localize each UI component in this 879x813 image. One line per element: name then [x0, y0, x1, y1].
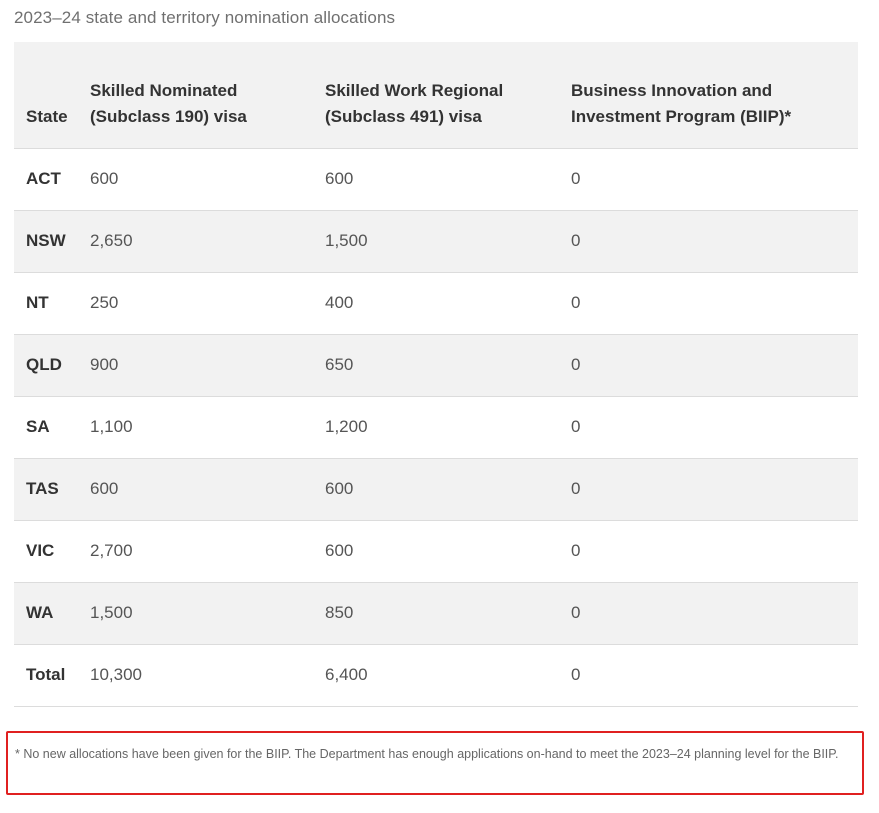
subclass-491-cell: 850	[325, 582, 571, 645]
subclass-190-cell: 900	[90, 334, 325, 397]
footnote-text: * No new allocations have been given for…	[15, 747, 839, 761]
subclass-190-cell: 1,500	[90, 582, 325, 645]
table-row: ACT 600 600 0	[14, 148, 858, 211]
state-cell: NSW	[14, 210, 90, 273]
state-cell: Total	[14, 644, 90, 707]
table-header: State Skilled Nominated (Subclass 190) v…	[14, 42, 858, 149]
state-cell: SA	[14, 396, 90, 459]
subclass-190-cell: 2,700	[90, 520, 325, 583]
biip-cell: 0	[571, 148, 858, 211]
subclass-190-cell: 250	[90, 272, 325, 335]
table-body: ACT 600 600 0 NSW 2,650 1,500 0 NT 250 4…	[14, 148, 858, 707]
column-header-biip: Business Innovation and Investment Progr…	[571, 42, 858, 149]
footnote-highlight-box: * No new allocations have been given for…	[6, 731, 864, 795]
subclass-491-cell: 1,200	[325, 396, 571, 459]
table-row: NSW 2,650 1,500 0	[14, 210, 858, 273]
table-row: NT 250 400 0	[14, 272, 858, 335]
subclass-491-cell: 6,400	[325, 644, 571, 707]
subclass-491-cell: 600	[325, 148, 571, 211]
biip-cell: 0	[571, 272, 858, 335]
state-cell: WA	[14, 582, 90, 645]
state-cell: QLD	[14, 334, 90, 397]
column-header-state: State	[14, 42, 90, 149]
subclass-491-cell: 600	[325, 458, 571, 521]
state-cell: TAS	[14, 458, 90, 521]
biip-cell: 0	[571, 396, 858, 459]
state-cell: ACT	[14, 148, 90, 211]
biip-cell: 0	[571, 210, 858, 273]
table-row: SA 1,100 1,200 0	[14, 396, 858, 459]
table-caption: 2023–24 state and territory nomination a…	[14, 8, 396, 27]
column-header-subclass-491: Skilled Work Regional (Subclass 491) vis…	[325, 42, 571, 149]
subclass-190-cell: 1,100	[90, 396, 325, 459]
state-cell: NT	[14, 272, 90, 335]
column-header-subclass-190: Skilled Nominated (Subclass 190) visa	[90, 42, 325, 149]
state-cell: VIC	[14, 520, 90, 583]
biip-cell: 0	[571, 334, 858, 397]
allocations-table: State Skilled Nominated (Subclass 190) v…	[14, 42, 858, 707]
biip-cell: 0	[571, 644, 858, 707]
subclass-491-cell: 400	[325, 272, 571, 335]
subclass-190-cell: 10,300	[90, 644, 325, 707]
subclass-190-cell: 600	[90, 458, 325, 521]
subclass-491-cell: 1,500	[325, 210, 571, 273]
subclass-190-cell: 600	[90, 148, 325, 211]
table-row: WA 1,500 850 0	[14, 582, 858, 645]
table-row-total: Total 10,300 6,400 0	[14, 644, 858, 707]
subclass-491-cell: 650	[325, 334, 571, 397]
header-row: State Skilled Nominated (Subclass 190) v…	[14, 42, 858, 149]
biip-cell: 0	[571, 458, 858, 521]
subclass-190-cell: 2,650	[90, 210, 325, 273]
table-row: QLD 900 650 0	[14, 334, 858, 397]
subclass-491-cell: 600	[325, 520, 571, 583]
biip-cell: 0	[571, 520, 858, 583]
table-row: VIC 2,700 600 0	[14, 520, 858, 583]
biip-cell: 0	[571, 582, 858, 645]
table-row: TAS 600 600 0	[14, 458, 858, 521]
